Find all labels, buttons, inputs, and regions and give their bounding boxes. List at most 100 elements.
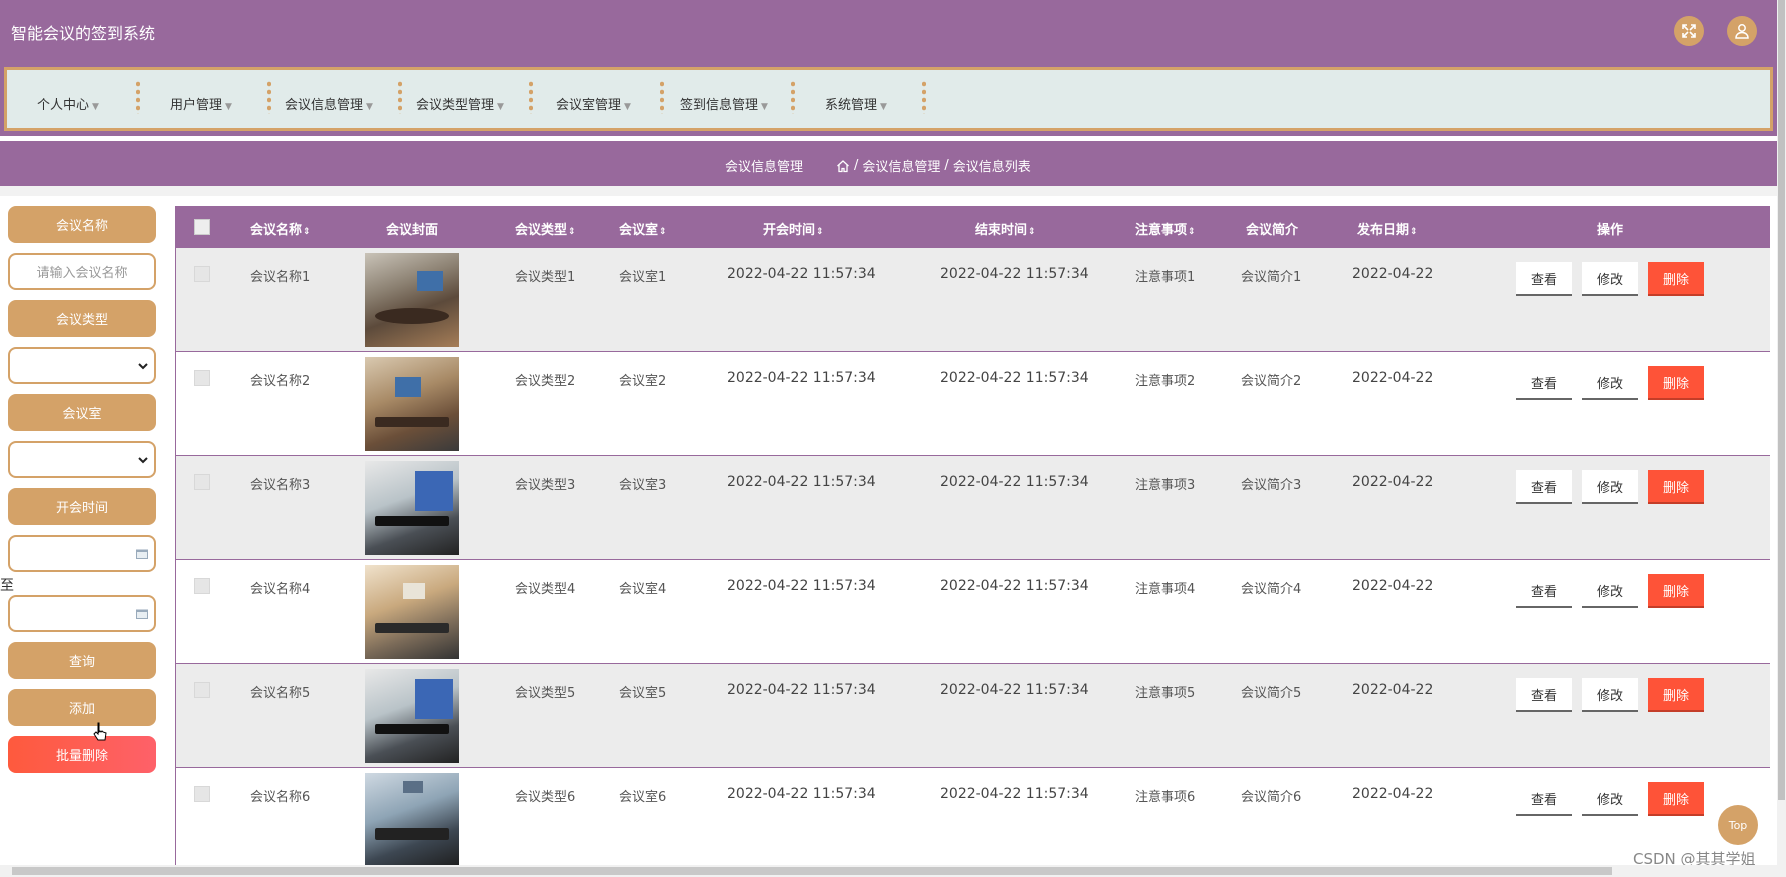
column-header-name[interactable]: 会议名称⇕ [250,219,311,238]
cell-end-time: 2022-04-22 11:57:34 [940,578,1089,594]
end-date-input[interactable] [8,595,156,632]
cell-notes: 注意事项4 [1135,582,1196,597]
meeting-cover-image[interactable] [365,669,459,763]
cell-name: 会议名称2 [250,374,311,389]
chevron-down-icon [138,362,148,369]
column-header-end-time[interactable]: 结束时间⇕ [975,219,1036,238]
start-date-input[interactable] [8,535,156,572]
column-header-room[interactable]: 会议室⇕ [619,219,667,238]
meeting-cover-image[interactable] [365,461,459,555]
column-header-label: 注意事项 [1135,223,1188,238]
home-icon[interactable] [836,159,850,173]
mouse-pointer-icon [93,722,107,741]
section-divider [0,186,1777,196]
table-row: 会议名称3 会议类型3 会议室3 2022-04-22 11:57:34 202… [176,456,1770,560]
nav-item-personal-center[interactable]: 个人中心 ▼ [37,94,99,113]
meeting-cover-image[interactable] [365,773,459,866]
cell-room: 会议室6 [619,790,667,805]
edit-button[interactable]: 修改 [1582,262,1638,296]
meeting-type-select[interactable] [8,347,156,384]
delete-button[interactable]: 删除 [1648,782,1704,816]
edit-button[interactable]: 修改 [1582,366,1638,400]
nav-item-label: 会议类型管理 [416,98,495,113]
column-header-label: 开会时间 [763,223,816,238]
cell-type: 会议类型3 [515,478,576,493]
nav-divider [267,80,271,114]
row-checkbox[interactable] [194,578,210,594]
row-checkbox[interactable] [194,370,210,386]
cell-type: 会议类型1 [515,270,576,285]
nav-divider [529,80,533,114]
column-header-intro: 会议简介 [1246,223,1299,238]
edit-button[interactable]: 修改 [1582,574,1638,608]
cell-name: 会议名称1 [250,270,311,285]
query-button[interactable]: 查询 [8,642,156,679]
edit-button[interactable]: 修改 [1582,782,1638,816]
user-menu-button[interactable] [1727,16,1757,46]
sort-icon: ⇕ [1410,227,1418,237]
column-header-notes[interactable]: 注意事项⇕ [1135,219,1196,238]
select-all-checkbox[interactable] [194,219,210,235]
sort-icon: ⇕ [1028,227,1036,237]
view-button[interactable]: 查看 [1516,470,1572,504]
scrollbar-thumb[interactable] [1778,0,1785,800]
view-button[interactable]: 查看 [1516,366,1572,400]
horizontal-scrollbar[interactable] [0,865,1777,877]
row-checkbox[interactable] [194,474,210,490]
vertical-scrollbar[interactable] [1777,0,1786,877]
delete-button[interactable]: 删除 [1648,678,1704,712]
nav-item-meeting-type[interactable]: 会议类型管理 ▼ [416,94,504,113]
add-button[interactable]: 添加 [8,689,156,726]
nav-divider [791,80,795,114]
calendar-icon [136,549,148,559]
back-to-top-button[interactable]: Top [1718,805,1758,845]
delete-button[interactable]: 删除 [1648,366,1704,400]
nav-item-meeting-room[interactable]: 会议室管理 ▼ [556,94,631,113]
nav-item-meeting-info[interactable]: 会议信息管理 ▼ [285,94,373,113]
cell-end-time: 2022-04-22 11:57:34 [940,682,1089,698]
cell-type: 会议类型2 [515,374,576,389]
nav-divider [136,80,140,114]
column-header-label: 发布日期 [1357,223,1410,238]
caret-down-icon: ▼ [225,102,232,112]
column-header-start-time[interactable]: 开会时间⇕ [763,219,824,238]
view-button[interactable]: 查看 [1516,574,1572,608]
nav-bar: 个人中心 ▼ 用户管理 ▼ 会议信息管理 ▼ 会议类型管理 ▼ 会议室管理 ▼ 签到信息管… [0,62,1777,136]
table-row: 会议名称2 会议类型2 会议室2 2022-04-22 11:57:34 202… [176,352,1770,456]
row-checkbox[interactable] [194,786,210,802]
view-button[interactable]: 查看 [1516,782,1572,816]
edit-button[interactable]: 修改 [1582,470,1638,504]
sort-icon: ⇕ [1188,227,1196,237]
nav-item-signin-info[interactable]: 签到信息管理 ▼ [680,94,768,113]
meeting-time-label: 开会时间 [8,488,156,525]
nav-item-user-management[interactable]: 用户管理 ▼ [170,94,232,113]
meeting-room-select[interactable] [8,441,156,478]
meeting-cover-image[interactable] [365,565,459,659]
cell-published: 2022-04-22 [1352,266,1434,282]
delete-button[interactable]: 删除 [1648,574,1704,608]
nav-item-system[interactable]: 系统管理 ▼ [825,94,887,113]
batch-delete-button[interactable]: 批量删除 [8,736,156,773]
view-button[interactable]: 查看 [1516,678,1572,712]
delete-button[interactable]: 删除 [1648,262,1704,296]
meeting-name-input[interactable]: 请输入会议名称 [8,253,156,290]
column-header-type[interactable]: 会议类型⇕ [515,219,576,238]
cell-published: 2022-04-22 [1352,578,1434,594]
cell-room: 会议室5 [619,686,667,701]
breadcrumb-item-meeting-info[interactable]: 会议信息管理 [862,156,940,175]
scrollbar-thumb[interactable] [12,867,1612,875]
fullscreen-button[interactable] [1674,16,1704,46]
user-icon [1735,24,1749,39]
nav-divider [660,80,664,114]
column-header-published[interactable]: 发布日期⇕ [1357,219,1418,238]
meeting-cover-image[interactable] [365,253,459,347]
delete-button[interactable]: 删除 [1648,470,1704,504]
view-button[interactable]: 查看 [1516,262,1572,296]
edit-button[interactable]: 修改 [1582,678,1638,712]
sort-icon: ⇕ [816,227,824,237]
row-checkbox[interactable] [194,266,210,282]
meeting-cover-image[interactable] [365,357,459,451]
cell-end-time: 2022-04-22 11:57:34 [940,786,1089,802]
nav-item-label: 用户管理 [170,98,223,113]
row-checkbox[interactable] [194,682,210,698]
